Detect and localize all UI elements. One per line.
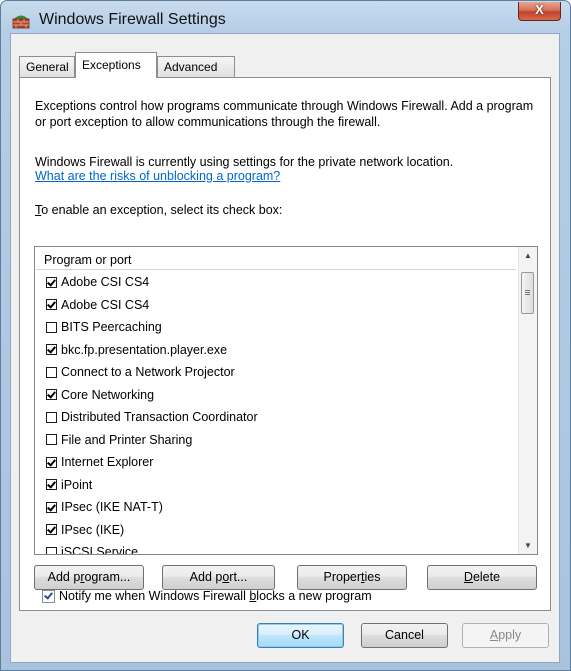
exception-checkbox[interactable] xyxy=(46,456,57,468)
exception-instruction: To enable an exception, select its check… xyxy=(35,202,540,218)
exception-checkbox[interactable] xyxy=(46,546,57,554)
list-item[interactable]: Internet Explorer xyxy=(35,451,515,474)
exception-label: Core Networking xyxy=(61,387,155,402)
exceptions-tab-page: Exceptions control how programs communic… xyxy=(19,77,551,611)
exception-checkbox[interactable] xyxy=(46,524,57,536)
apply-button[interactable]: Apply xyxy=(462,623,549,648)
dialog-client-area: General Exceptions Advanced Exceptions c… xyxy=(10,33,560,663)
properties-label-b: ies xyxy=(364,570,381,584)
firewall-settings-window: Windows Firewall Settings X General Exce… xyxy=(0,0,571,671)
add-program-label-b: ogram... xyxy=(84,570,131,584)
exception-checkbox[interactable] xyxy=(46,366,57,378)
window-title: Windows Firewall Settings xyxy=(39,11,226,28)
exception-checkbox[interactable] xyxy=(46,321,57,333)
tab-general[interactable]: General xyxy=(19,56,75,77)
exception-checkbox[interactable] xyxy=(46,411,57,423)
close-icon: X xyxy=(535,2,544,17)
delete-access-key: D xyxy=(463,570,473,584)
delete-label-b: elete xyxy=(472,570,501,584)
list-item[interactable]: iPoint xyxy=(35,474,515,497)
exceptions-description: Exceptions control how programs communic… xyxy=(35,99,534,129)
exception-label: Distributed Transaction Coordinator xyxy=(61,410,258,425)
list-item[interactable]: Distributed Transaction Coordinator xyxy=(35,406,515,429)
add-port-button[interactable]: Add port... xyxy=(162,565,275,590)
exception-label: Adobe CSI CS4 xyxy=(61,275,150,290)
exception-checkbox[interactable] xyxy=(46,501,57,513)
exception-label: IPsec (IKE NAT-T) xyxy=(61,500,163,515)
ok-button[interactable]: OK xyxy=(257,623,344,648)
cancel-button[interactable]: Cancel xyxy=(361,623,448,648)
apply-access-key: A xyxy=(489,628,499,642)
apply-label: pply xyxy=(498,628,522,642)
add-port-label-a: Add p xyxy=(189,570,223,584)
network-location-status: Windows Firewall is currently using sett… xyxy=(35,155,454,169)
exception-label: Adobe CSI CS4 xyxy=(61,297,150,312)
exception-checkbox[interactable] xyxy=(46,344,57,356)
properties-button[interactable]: Properties xyxy=(297,565,407,590)
tab-exceptions[interactable]: Exceptions xyxy=(75,52,157,78)
add-program-button[interactable]: Add program... xyxy=(34,565,144,590)
notify-option[interactable]: Notify me when Windows Firewall blocks a… xyxy=(42,589,372,603)
instruction-text: o enable an exception, select its check … xyxy=(41,203,283,217)
close-button[interactable]: X xyxy=(518,2,561,21)
exception-label: Internet Explorer xyxy=(61,455,154,470)
list-item[interactable]: Adobe CSI CS4 xyxy=(35,294,515,317)
exception-label: Connect to a Network Projector xyxy=(61,365,235,380)
exception-rows: Adobe CSI CS4 Adobe CSI CS4 BITS Peercachi… xyxy=(35,271,515,555)
list-item[interactable]: IPsec (IKE NAT-T) xyxy=(35,496,515,519)
list-item[interactable]: File and Printer Sharing xyxy=(35,429,515,452)
exception-label: IPsec (IKE) xyxy=(61,522,125,537)
notify-label-a: Notify me when Windows Firewall xyxy=(59,589,250,603)
list-item[interactable]: Connect to a Network Projector xyxy=(35,361,515,384)
list-item[interactable]: BITS Peercaching xyxy=(35,316,515,339)
exception-checkbox[interactable] xyxy=(46,276,57,288)
exception-label: File and Printer Sharing xyxy=(61,432,193,447)
scroll-down-arrow-icon[interactable]: ▼ xyxy=(519,537,537,554)
exception-label: iPoint xyxy=(61,477,93,492)
scrollbar-thumb[interactable] xyxy=(521,272,534,314)
tab-advanced[interactable]: Advanced xyxy=(157,56,235,77)
column-header-program-or-port[interactable]: Program or port xyxy=(36,248,516,270)
notify-label-b: locks a new program xyxy=(256,589,372,603)
add-port-label-b: rt... xyxy=(229,570,248,584)
notify-checkbox[interactable] xyxy=(42,589,55,603)
exception-label: bkc.fp.presentation.player.exe xyxy=(61,342,228,357)
list-item[interactable]: Core Networking xyxy=(35,384,515,407)
program-port-list[interactable]: Program or port Adobe CSI CS4 Adobe CSI C… xyxy=(34,246,538,555)
list-item[interactable]: bkc.fp.presentation.player.exe xyxy=(35,339,515,362)
exception-label: iSCSI Service xyxy=(61,545,139,555)
exception-checkbox[interactable] xyxy=(46,434,57,446)
add-program-label-a: Add p xyxy=(47,570,81,584)
firewall-icon xyxy=(12,15,30,29)
vertical-scrollbar[interactable]: ▲ ▼ xyxy=(518,247,537,554)
exception-checkbox[interactable] xyxy=(46,299,57,311)
delete-button[interactable]: Delete xyxy=(427,565,537,590)
notify-label: Notify me when Windows Firewall blocks a… xyxy=(59,589,372,603)
list-item[interactable]: Adobe CSI CS4 xyxy=(35,271,515,294)
exception-label: BITS Peercaching xyxy=(61,320,162,335)
list-item[interactable]: IPsec (IKE) xyxy=(35,519,515,542)
properties-label-a: Proper xyxy=(323,570,362,584)
list-item[interactable]: iSCSI Service xyxy=(35,541,515,555)
grip-icon xyxy=(525,290,530,291)
exception-checkbox[interactable] xyxy=(46,479,57,491)
risks-link[interactable]: What are the risks of unblocking a progr… xyxy=(35,169,280,183)
exception-checkbox[interactable] xyxy=(46,389,57,401)
scroll-up-arrow-icon[interactable]: ▲ xyxy=(519,247,537,264)
